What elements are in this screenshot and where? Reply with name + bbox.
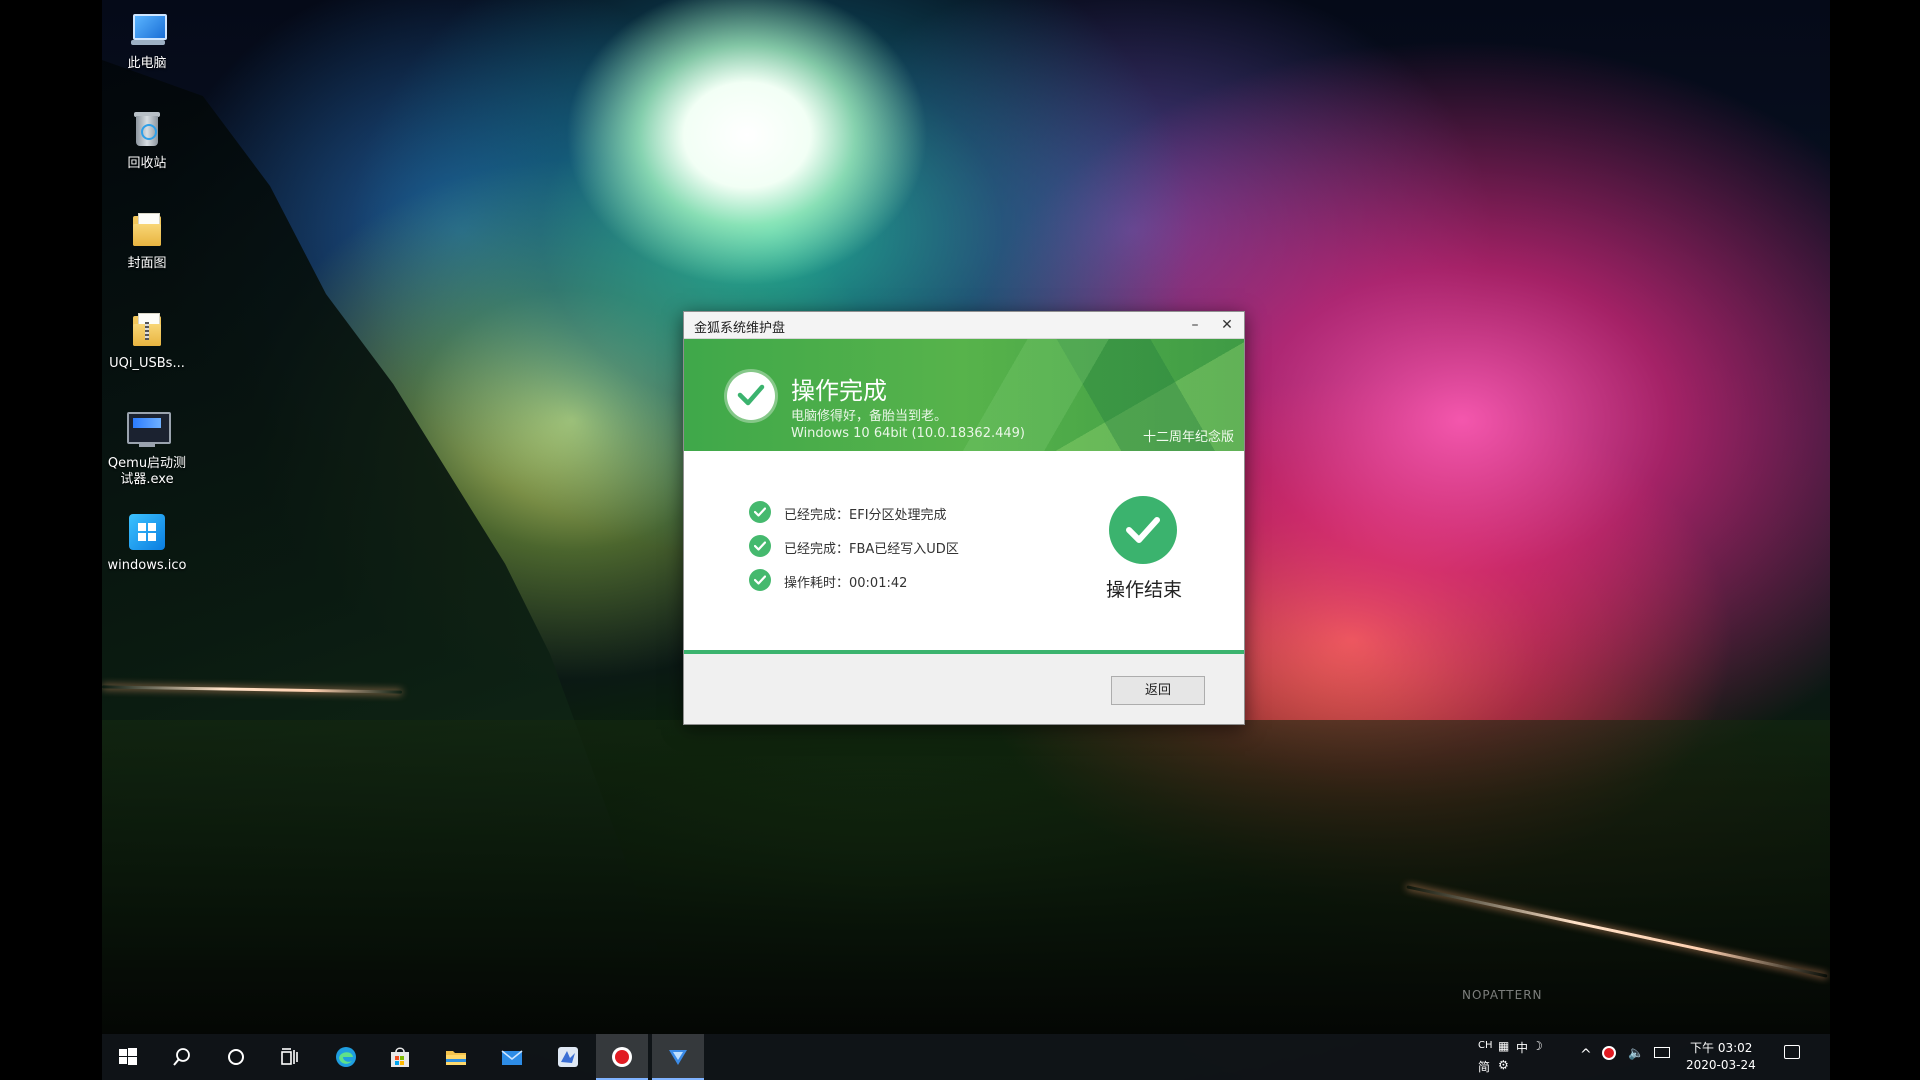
banner-title: 操作完成	[791, 377, 887, 405]
taskbar-mail[interactable]	[486, 1034, 538, 1080]
monitor-app-icon	[127, 410, 171, 450]
start-button[interactable]	[102, 1034, 154, 1080]
clock-date[interactable]: 2020-03-24	[1686, 1058, 1756, 1072]
active-app-icon	[669, 1050, 687, 1065]
windows-logo-icon	[127, 512, 167, 552]
clock-time[interactable]: 下午 03:02	[1690, 1039, 1752, 1056]
desktop-icon-label: Qemu启动测试器.exe	[107, 456, 187, 487]
taskbar-app[interactable]	[542, 1034, 594, 1080]
desktop-icon-cover[interactable]: 封面图	[102, 210, 197, 272]
cortana-icon	[228, 1049, 244, 1065]
step-text: 已经完成：EFI分区处理完成	[784, 508, 947, 523]
network-icon[interactable]	[1654, 1047, 1670, 1058]
search-icon	[173, 1048, 190, 1066]
record-tray-icon[interactable]	[1602, 1046, 1616, 1060]
check-circle-icon	[727, 372, 775, 420]
taskbar-recorder[interactable]	[596, 1034, 648, 1080]
desktop-icon-label: windows.ico	[107, 558, 187, 573]
mail-icon	[501, 1050, 523, 1065]
desktop-icon-this-pc[interactable]: 此电脑	[102, 10, 197, 72]
close-button[interactable]: ✕	[1212, 314, 1242, 336]
desktop-icon-label: 封面图	[127, 256, 167, 271]
input-script[interactable]: 简	[1478, 1058, 1490, 1075]
chevron-up-icon[interactable]: ^	[1580, 1047, 1592, 1063]
desktop-icon-windows-ico[interactable]: windows.ico	[102, 512, 197, 574]
desktop-icon-uqi[interactable]: UQi_USBs...	[102, 310, 197, 372]
record-icon	[612, 1047, 632, 1067]
volume-icon[interactable]: 🔈	[1628, 1046, 1644, 1061]
store-icon	[391, 1047, 409, 1067]
task-view-button[interactable]	[264, 1034, 316, 1080]
dialog-title-bar[interactable]: 金狐系统维护盘 – ✕	[684, 312, 1244, 339]
taskbar-edge[interactable]	[320, 1034, 372, 1080]
check-icon	[749, 501, 771, 523]
desktop-icon-label: UQi_USBs...	[109, 356, 185, 371]
input-language[interactable]: CH	[1478, 1040, 1493, 1051]
step-text: 操作耗时：00:01:42	[784, 576, 908, 591]
taskbar-store[interactable]	[374, 1034, 426, 1080]
check-icon	[749, 535, 771, 557]
dialog-title: 金狐系统维护盘	[694, 321, 786, 336]
back-button[interactable]: 返回	[1111, 676, 1205, 705]
minimize-button[interactable]: –	[1180, 314, 1210, 336]
keyboard-icon[interactable]: ▦	[1498, 1039, 1509, 1053]
task-view-icon	[281, 1048, 298, 1065]
desktop-icon-label: 此电脑	[127, 56, 167, 71]
check-icon	[749, 569, 771, 591]
notification-icon[interactable]	[1784, 1045, 1800, 1059]
ime-mode[interactable]: 中	[1516, 1039, 1528, 1056]
computer-icon	[127, 10, 167, 50]
step-text: 已经完成：FBA已经写入UD区	[784, 542, 959, 557]
os-info: Windows 10 64bit (10.0.18362.449)	[791, 426, 1025, 441]
banner-subtitle: 电脑修得好，备胎当到老。	[791, 409, 948, 424]
start-icon	[119, 1048, 137, 1065]
desktop-icon-qemu[interactable]: Qemu启动测试器.exe	[102, 410, 197, 488]
success-check-icon	[1109, 496, 1177, 564]
cortana-button[interactable]	[210, 1034, 262, 1080]
recycle-bin-icon	[127, 110, 167, 150]
settings-icon[interactable]: ⚙	[1498, 1058, 1509, 1072]
edition-label: 十二周年纪念版	[1142, 430, 1234, 445]
app-icon	[558, 1047, 578, 1067]
dialog-footer: 返回	[684, 654, 1244, 724]
search-button[interactable]	[156, 1034, 208, 1080]
moon-icon[interactable]: ☽	[1532, 1039, 1543, 1053]
taskbar-active-app[interactable]	[652, 1034, 704, 1080]
maintenance-dialog: 金狐系统维护盘 – ✕ 操作完成 电脑修得好，备胎当到老。 Windows 10…	[683, 311, 1245, 725]
status-banner: 操作完成 电脑修得好，备胎当到老。 Windows 10 64bit (10.0…	[684, 339, 1244, 451]
wallpaper-signature: NOPATTERN	[1462, 988, 1543, 1002]
folder-icon	[127, 210, 167, 250]
edge-icon	[336, 1047, 356, 1067]
taskbar: CH 简 ▦ 中 ☽ ⚙ ^ 🔈 下午 03:02 2020-03-24	[102, 1034, 1830, 1080]
zip-folder-icon	[127, 310, 167, 350]
desktop-icon-label: 回收站	[127, 156, 167, 171]
desktop-icon-recycle-bin[interactable]: 回收站	[102, 110, 197, 172]
taskbar-file-explorer[interactable]	[430, 1034, 482, 1080]
wallpaper-ground	[102, 720, 1830, 1040]
file-explorer-icon	[446, 1051, 466, 1065]
status-label: 操作结束	[1105, 579, 1182, 601]
